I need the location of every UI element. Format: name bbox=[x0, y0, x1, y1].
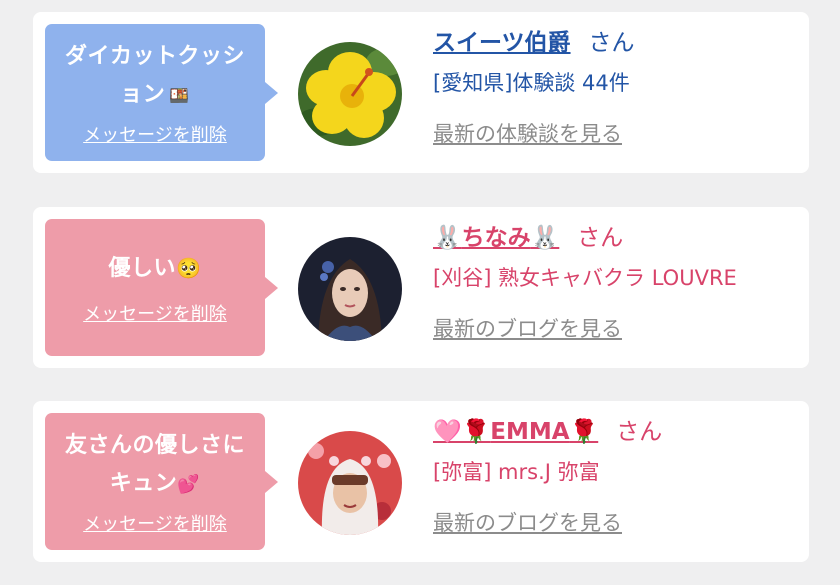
user-name-link[interactable]: スイーツ伯爵 bbox=[433, 30, 571, 56]
user-name-link[interactable]: 🩷🌹EMMA🌹 bbox=[433, 419, 598, 445]
delete-message-link[interactable]: メッセージを削除 bbox=[83, 121, 227, 147]
rabbit-icon: 🐰 bbox=[433, 225, 462, 251]
message-bubble: 友さんの優しさに キュン💕 メッセージを削除 bbox=[45, 413, 278, 550]
latest-blog-link[interactable]: 最新のブログを見る bbox=[433, 507, 622, 537]
avatar[interactable] bbox=[298, 42, 402, 146]
message-text: ダイカットクッシ ョン 🍱 bbox=[64, 44, 245, 107]
honorific: さん bbox=[577, 225, 624, 251]
message-bubble: 優しい🥺 メッセージを削除 bbox=[45, 219, 278, 356]
name-row: スイーツ伯爵 さん bbox=[433, 26, 803, 60]
user-info: 🩷🌹EMMA🌹 さん [弥富] mrs.J 弥富 最新のブログを見る bbox=[433, 415, 803, 537]
user-info: スイーツ伯爵 さん [愛知県]体験談 44件 最新の体験談を見る bbox=[433, 26, 803, 148]
message-bubble: ダイカットクッシ ョン 🍱 メッセージを削除 bbox=[45, 24, 278, 161]
shop-name: [弥富] mrs.J 弥富 bbox=[433, 460, 600, 484]
two-hearts-icon: 💕 bbox=[177, 474, 201, 495]
hibiscus-flower-icon bbox=[298, 42, 402, 146]
user-info: 🐰ちなみ🐰 さん [刈谷] 熟女キャバクラ LOUVRE 最新のブログを見る bbox=[433, 221, 803, 343]
portrait-photo-icon bbox=[298, 431, 402, 535]
name-row: 🐰ちなみ🐰 さん bbox=[433, 221, 803, 255]
heart-rose-icon: 🩷🌹 bbox=[433, 419, 491, 445]
review-count: [愛知県]体験談 44件 bbox=[433, 71, 630, 95]
shop-name: [刈谷] 熟女キャバクラ LOUVRE bbox=[433, 266, 737, 290]
pleading-face-icon: 🥺 bbox=[176, 256, 202, 280]
honorific: さん bbox=[588, 30, 635, 56]
delete-message-link[interactable]: メッセージを削除 bbox=[83, 300, 227, 326]
rose-icon: 🌹 bbox=[569, 419, 599, 445]
user-name-link[interactable]: 🐰ちなみ🐰 bbox=[433, 225, 559, 251]
portrait-photo-icon bbox=[298, 237, 402, 341]
message-card: 優しい🥺 メッセージを削除 🐰ちなみ🐰 さん [刈谷] 熟女キャバクラ LOUVR… bbox=[33, 207, 809, 368]
latest-review-link[interactable]: 最新の体験談を見る bbox=[433, 118, 622, 148]
name-row: 🩷🌹EMMA🌹 さん bbox=[433, 415, 803, 449]
latest-blog-link[interactable]: 最新のブログを見る bbox=[433, 313, 622, 343]
avatar[interactable] bbox=[298, 237, 402, 341]
message-text: 優しい🥺 bbox=[108, 256, 202, 281]
delete-message-link[interactable]: メッセージを削除 bbox=[83, 510, 227, 536]
bento-icon: 🍱 bbox=[169, 86, 190, 105]
message-card: 友さんの優しさに キュン💕 メッセージを削除 🩷🌹EMMA🌹 さん [弥富] mr… bbox=[33, 401, 809, 562]
avatar[interactable] bbox=[298, 431, 402, 535]
rabbit-icon: 🐰 bbox=[530, 225, 560, 251]
honorific: さん bbox=[616, 419, 663, 445]
message-card: ダイカットクッシ ョン 🍱 メッセージを削除 スイーツ伯爵 さん [愛知県]体験談 … bbox=[33, 12, 809, 173]
message-text: 友さんの優しさに キュン💕 bbox=[64, 433, 245, 496]
